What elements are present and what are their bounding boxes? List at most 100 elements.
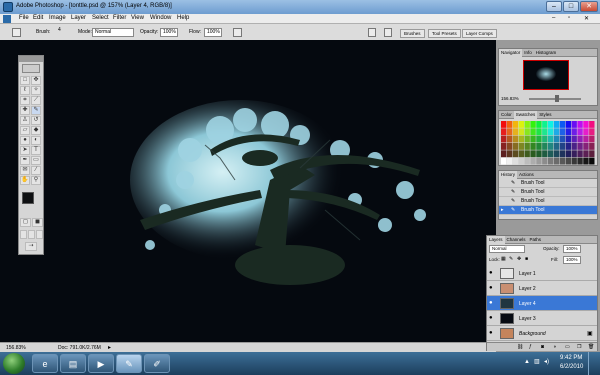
color-swatch[interactable] [559,143,566,150]
close-button[interactable]: ✕ [580,1,598,12]
color-swatch[interactable] [571,128,577,136]
status-zoom[interactable]: 156.83% [6,345,26,351]
menu-view[interactable]: View [131,15,144,21]
color-swatch[interactable] [571,150,577,158]
doc-minimize-button[interactable]: – [552,15,555,21]
eyedropper-tool-icon[interactable]: ⁄ [31,166,41,175]
tab-paths[interactable]: Paths [528,236,544,244]
color-swatch[interactable] [506,128,513,136]
color-swatch[interactable] [583,128,589,136]
minimize-button[interactable]: – [546,1,562,12]
color-swatch[interactable] [589,157,595,165]
layer-mask-icon[interactable]: ◙ [541,343,544,351]
photoshop-logo-icon[interactable] [22,64,40,73]
color-swatch[interactable] [542,128,548,136]
tab-channels[interactable]: Channels [505,236,528,244]
foreground-color-swatch[interactable] [22,192,34,204]
color-swatch[interactable] [501,143,507,150]
color-swatch[interactable] [524,128,530,136]
color-swatch[interactable] [536,157,542,165]
internet-explorer-icon[interactable]: e [32,354,58,373]
color-swatch[interactable] [571,121,577,128]
color-swatch[interactable] [530,135,536,143]
visibility-eye-icon[interactable]: ● [489,270,496,277]
screen-mode-standard-icon[interactable] [20,230,27,239]
delete-layer-icon[interactable]: 🗑 [588,343,594,351]
tab-tool-presets[interactable]: Tool Presets [428,29,461,38]
new-group-icon[interactable]: ▭ [565,343,570,351]
navigator-zoom-value[interactable]: 156.83% [501,96,519,101]
volume-icon[interactable]: ◂) [544,358,549,365]
palette-well-icon[interactable] [368,28,376,37]
color-swatch[interactable] [553,143,560,150]
lock-position-icon[interactable]: ✥ [517,256,521,262]
status-menu-arrow-icon[interactable]: ▸ [108,344,111,351]
color-swatch[interactable] [518,121,524,128]
layer-row-selected[interactable]: ● Layer 4 [487,296,597,311]
color-swatch[interactable] [542,150,548,158]
color-swatch[interactable] [559,150,566,158]
tab-layer-comps[interactable]: Layer Comps [462,29,497,38]
color-swatch[interactable] [512,128,519,136]
slice-tool-icon[interactable]: ⟋ [31,96,41,105]
color-swatch[interactable] [536,128,542,136]
color-swatch[interactable] [583,135,589,143]
layer-row[interactable]: ● Background ▣ [487,326,597,341]
color-swatch[interactable] [542,157,548,165]
adjustment-layer-icon[interactable]: ◑ [553,343,556,351]
screen-mode-full-icon[interactable] [36,230,43,239]
paint-bucket-tool-icon[interactable]: ◆ [31,126,41,135]
history-item-current[interactable]: ▸ ✎ Brush Tool [499,206,597,215]
color-swatch[interactable] [530,157,536,165]
color-swatch[interactable] [548,157,554,165]
color-swatch[interactable] [577,150,583,158]
history-item[interactable]: ✎ Brush Tool [499,188,597,197]
color-swatch[interactable] [583,121,589,128]
mode-select[interactable]: Normal [92,28,134,37]
type-tool-icon[interactable]: T [31,146,41,155]
photoshop-taskbar-icon[interactable]: ✎ [116,354,142,373]
color-swatch[interactable] [589,135,595,143]
color-swatch[interactable] [506,150,513,158]
tab-navigator[interactable]: Navigator [499,49,523,57]
color-swatch[interactable] [553,121,560,128]
color-swatch[interactable] [559,121,566,128]
color-swatch[interactable] [553,150,560,158]
clock-time[interactable]: 9:42 PM [560,355,582,361]
color-swatch[interactable] [524,150,530,158]
color-swatch[interactable] [548,128,554,136]
swatch-grid[interactable] [501,121,595,165]
color-swatch[interactable] [548,121,554,128]
color-swatch[interactable] [565,121,571,128]
tab-actions[interactable]: Actions [517,171,536,179]
navigator-preview[interactable] [523,60,569,90]
color-swatch[interactable] [589,128,595,136]
color-swatch[interactable] [577,121,583,128]
color-swatch[interactable] [536,135,542,143]
color-swatch[interactable] [512,121,519,128]
color-swatch[interactable] [565,143,571,150]
network-icon[interactable]: ▥ [534,358,540,365]
color-swatch[interactable] [501,157,507,165]
doc-restore-button[interactable]: ▫ [568,15,570,21]
tab-swatches[interactable]: Swatches [513,111,538,119]
layer-row[interactable]: ● Layer 1 [487,266,597,281]
color-swatch[interactable] [577,135,583,143]
color-swatch[interactable] [565,128,571,136]
start-button[interactable] [3,353,25,374]
color-swatch[interactable] [589,150,595,158]
zoom-tool-icon[interactable]: ⚲ [31,176,41,185]
clock-date[interactable]: 6/2/2010 [560,364,583,370]
maximize-button[interactable]: □ [563,1,579,12]
color-swatch[interactable] [530,143,536,150]
airbrush-toggle-icon[interactable] [233,28,242,37]
notes-tool-icon[interactable]: ✉ [20,166,30,175]
color-swatch[interactable] [571,143,577,150]
color-swatch[interactable] [559,135,566,143]
color-swatch[interactable] [506,157,513,165]
menu-select[interactable]: Select [92,15,109,21]
color-swatch[interactable] [512,135,519,143]
color-swatch[interactable] [524,121,530,128]
color-swatch[interactable] [501,135,507,143]
color-swatch[interactable] [571,135,577,143]
